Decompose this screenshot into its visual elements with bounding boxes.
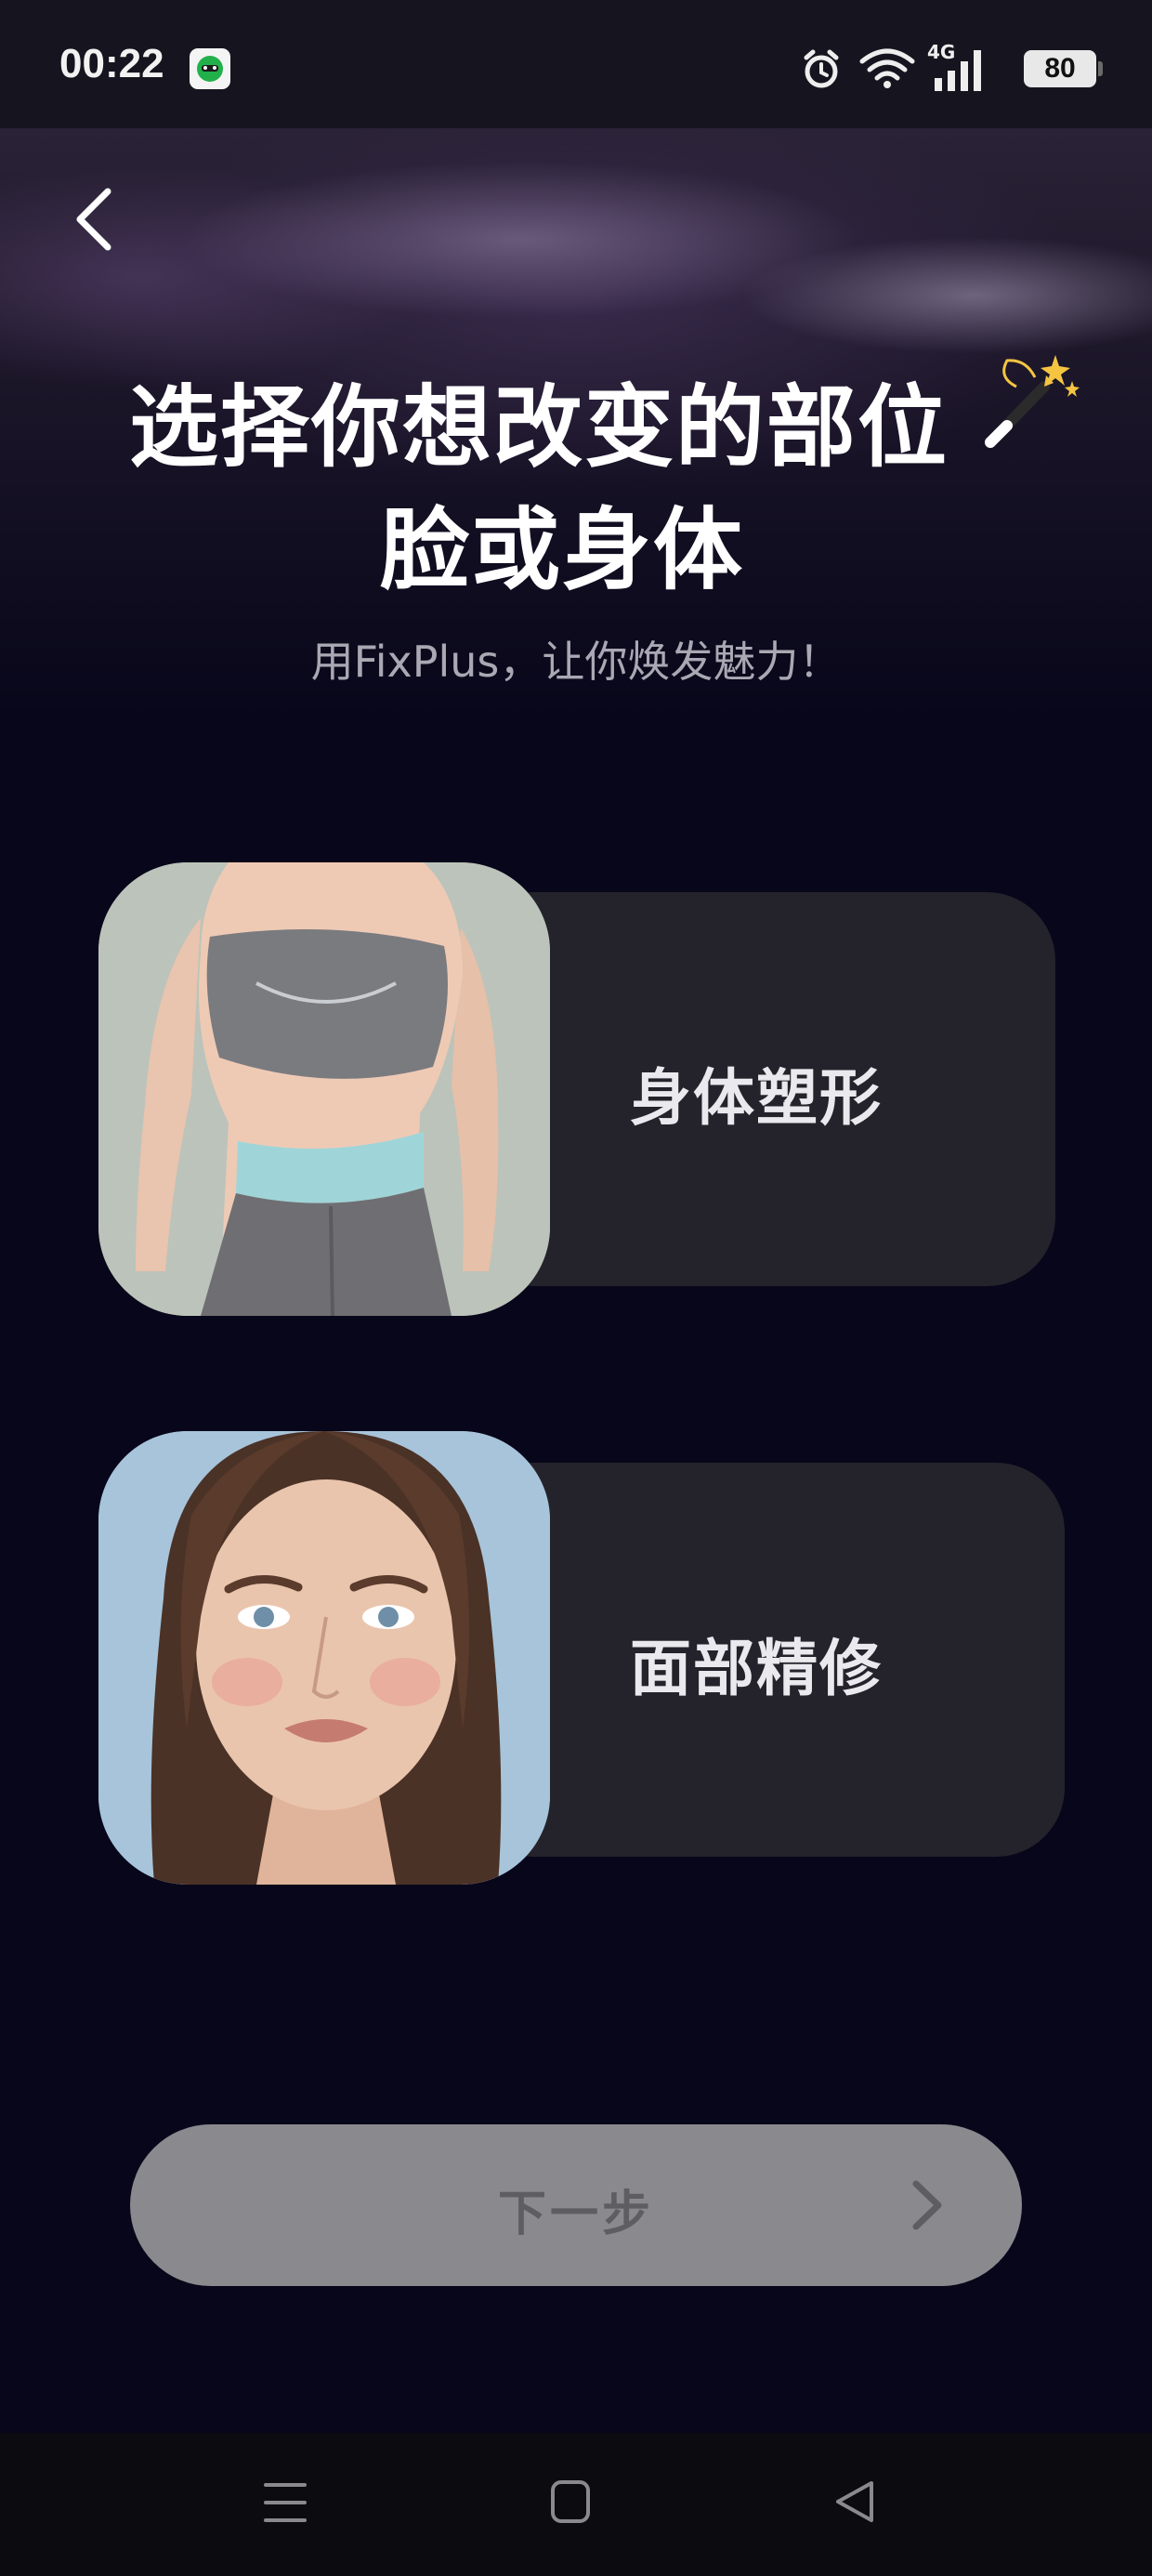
system-nav-bar <box>0 2433 1152 2576</box>
option-label-face: 面部精修 <box>630 1633 883 1704</box>
body-model-photo <box>98 862 550 1316</box>
wifi-icon <box>859 48 915 88</box>
alarm-icon <box>804 49 839 88</box>
chevron-right-icon <box>912 2180 942 2230</box>
battery-icon: 80 <box>1024 50 1103 87</box>
chevron-left-icon <box>76 188 111 251</box>
status-bar: 00:22 4G 80 <box>0 0 1152 128</box>
back-triangle-icon[interactable] <box>834 2479 875 2524</box>
status-time: 00:22 <box>59 41 164 86</box>
menu-icon[interactable] <box>264 2479 307 2526</box>
signal-icon: 4G <box>927 41 987 93</box>
option-label-body: 身体塑形 <box>630 1062 883 1134</box>
page-subtitle: 用FixPlus，让你焕发魅力！ <box>310 637 842 687</box>
app-notification-icon <box>190 48 230 89</box>
next-button[interactable]: 下一步 <box>130 2124 1022 2286</box>
home-icon[interactable] <box>550 2479 591 2524</box>
back-button[interactable] <box>67 182 123 256</box>
magic-wand-icon <box>985 355 1080 448</box>
page-title-line2: 脸或身体 <box>380 498 744 602</box>
face-model-photo <box>98 1431 550 1885</box>
next-button-label: 下一步 <box>497 2187 654 2242</box>
